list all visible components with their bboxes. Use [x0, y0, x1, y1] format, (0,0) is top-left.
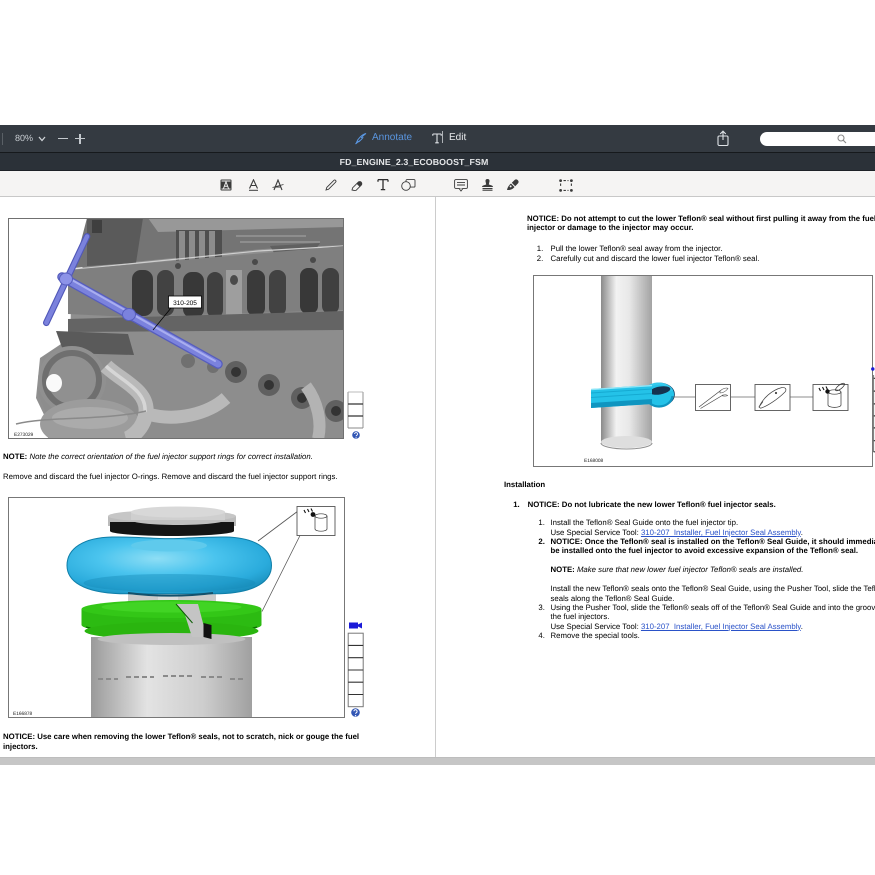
svg-text:E273029: E273029: [14, 432, 34, 438]
svg-text:E168008: E168008: [584, 458, 604, 464]
svg-text:310-205: 310-205: [173, 300, 197, 307]
svg-text:E166878: E166878: [13, 711, 33, 717]
